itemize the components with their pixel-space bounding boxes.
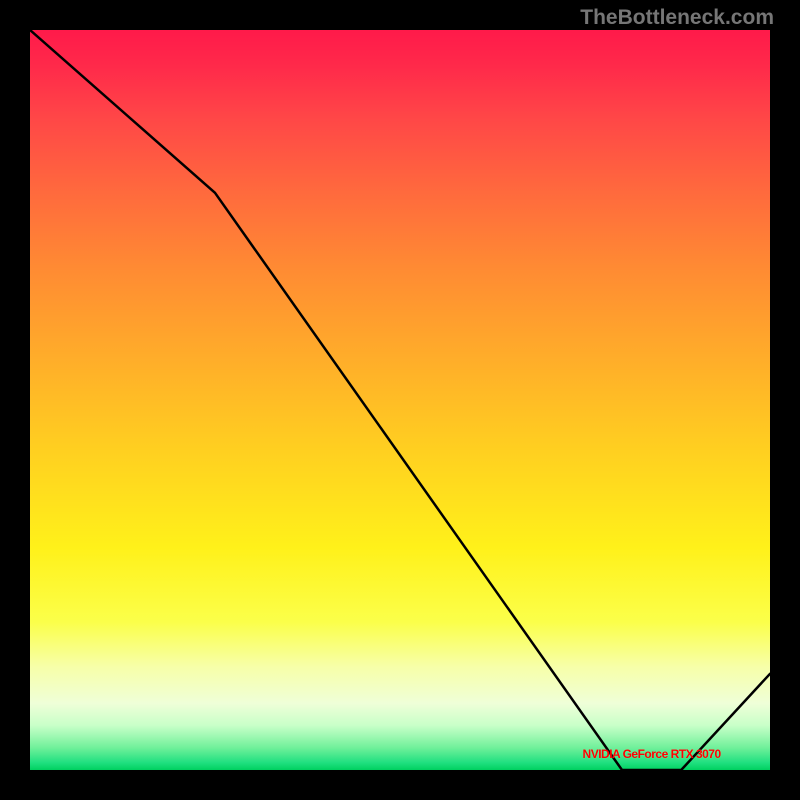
chart-background-gradient bbox=[30, 30, 770, 770]
gpu-marker-label: NVIDIA GeForce RTX 3070 bbox=[583, 747, 721, 761]
plot-area: NVIDIA GeForce RTX 3070 bbox=[30, 30, 770, 770]
attribution-text: TheBottleneck.com bbox=[580, 6, 774, 30]
